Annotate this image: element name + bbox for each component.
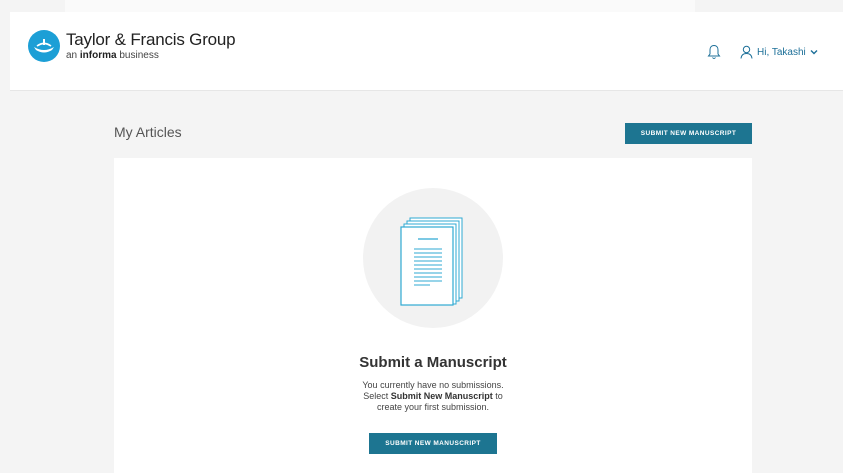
site-header: Taylor & Francis Group an informa busine…	[10, 12, 843, 91]
user-menu[interactable]: Hi, Takashi	[740, 44, 818, 60]
bell-icon[interactable]	[707, 44, 721, 60]
brand-name[interactable]: Taylor & Francis Group	[66, 30, 236, 50]
description-line-3: create your first submission.	[376, 402, 490, 412]
empty-state-card: Submit a Manuscript You currently have n…	[114, 158, 752, 473]
taylor-francis-logo-icon[interactable]	[28, 30, 60, 62]
document-stack-icon	[396, 216, 472, 311]
chevron-down-icon	[810, 49, 818, 55]
user-icon	[740, 45, 753, 59]
brand-tagline: an informa business	[66, 50, 159, 61]
empty-state-submit-button[interactable]: SUBMIT NEW MANUSCRIPT	[369, 433, 497, 454]
submit-new-manuscript-button[interactable]: SUBMIT NEW MANUSCRIPT	[625, 123, 752, 144]
user-greeting: Hi, Takashi	[757, 46, 806, 58]
empty-state-heading: Submit a Manuscript	[359, 354, 507, 371]
empty-state-description: You currently have no submissions. Selec…	[333, 380, 533, 413]
description-line-1: You currently have no submissions.	[362, 380, 504, 390]
description-line-2: Select Submit New Manuscript to	[363, 391, 503, 401]
page-title: My Articles	[114, 124, 182, 140]
